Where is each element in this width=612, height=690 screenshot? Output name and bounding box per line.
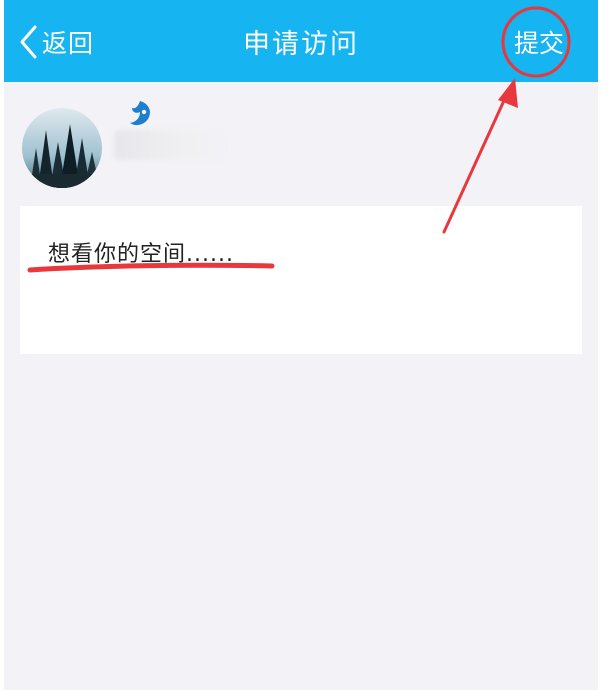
avatar[interactable] — [22, 108, 102, 188]
app-screen: 返回 申请访问 提交 想看你的空间...... — [4, 0, 598, 690]
username-blurred — [114, 130, 232, 160]
vip-badge-icon — [130, 101, 151, 126]
title-bar: 返回 申请访问 提交 — [4, 0, 598, 82]
message-input-card[interactable]: 想看你的空间...... — [20, 206, 582, 354]
avatar-forest-image — [22, 108, 102, 188]
message-text[interactable]: 想看你的空间...... — [48, 236, 234, 268]
annotation-arrowhead — [498, 78, 518, 108]
page-title: 申请访问 — [243, 29, 359, 60]
submit-button[interactable]: 提交 — [514, 24, 564, 60]
